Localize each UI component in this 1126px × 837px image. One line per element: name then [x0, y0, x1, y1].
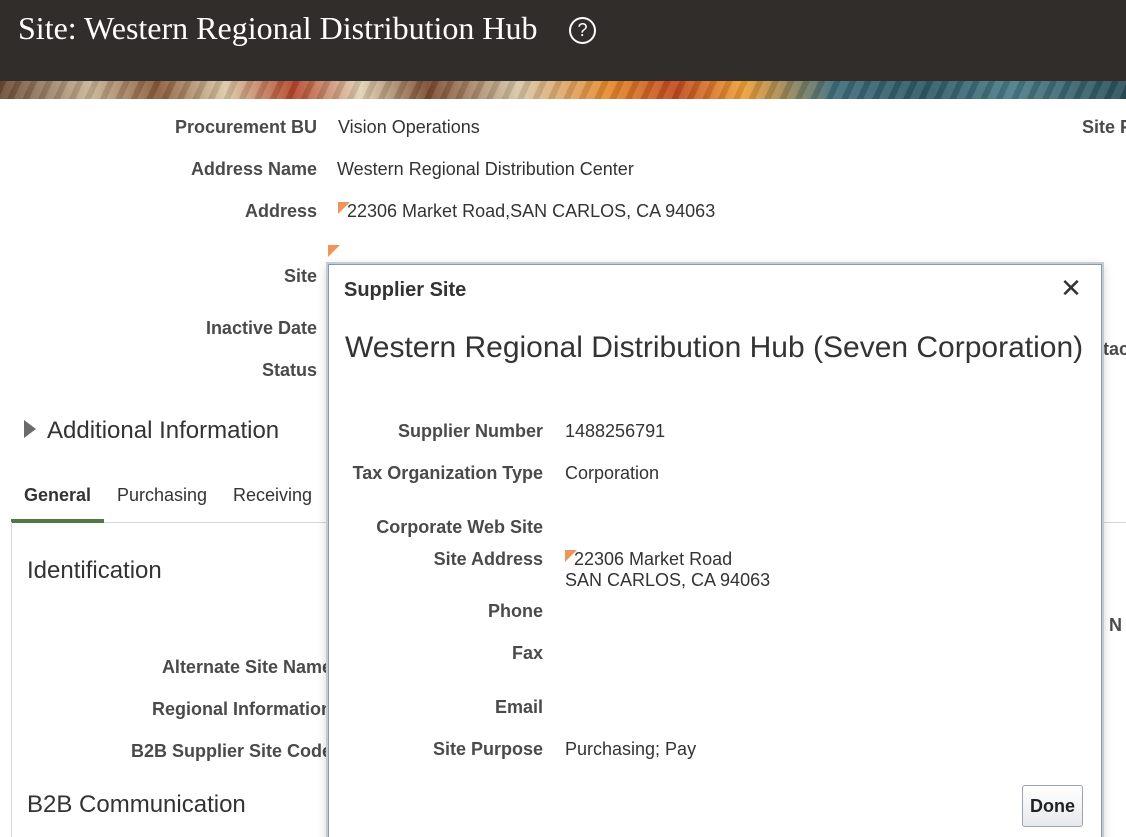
page-header: Site: Western Regional Distribution Hub … [0, 0, 1126, 81]
done-button[interactable]: Done [1022, 785, 1083, 827]
address-value: 22306 Market Road,SAN CARLOS, CA 94063 [347, 201, 716, 221]
address-name-label: Address Name [190, 159, 317, 179]
tab-purchasing[interactable]: Purchasing [117, 480, 207, 522]
site-purpose-value: Purchasing; Pay [565, 739, 697, 759]
inactive-date-label: Inactive Date [205, 318, 317, 338]
address-label: Address [244, 201, 317, 221]
close-icon[interactable]: ✕ [1059, 275, 1083, 301]
b2b-communication-header: B2B Communication [27, 791, 246, 818]
email-label: Email [494, 697, 543, 717]
alternate-site-name-label: Alternate Site Name [161, 657, 332, 677]
identification-header: Identification [27, 557, 162, 584]
tab-general[interactable]: General [24, 480, 91, 522]
contact-label-cut: tac [1103, 339, 1126, 359]
site-label: Site [283, 266, 317, 286]
regional-information-label: Regional Information [152, 699, 332, 719]
procurement-bu-label: Procurement BU [174, 117, 317, 137]
site-purpose-label: Site Purpose [432, 739, 543, 759]
tab-receiving[interactable]: Receiving [233, 480, 312, 522]
popup-heading: Western Regional Distribution Hub (Seven… [345, 331, 1084, 364]
site-address-line2: SAN CARLOS, CA 94063 [565, 570, 771, 590]
site-address-line1: 22306 Market Road [574, 549, 733, 569]
b2b-supplier-site-code-label: B2B Supplier Site Code [130, 741, 332, 761]
note-flag-icon[interactable] [328, 245, 340, 257]
help-circle-icon[interactable]: ? [569, 17, 596, 44]
fax-label: Fax [511, 643, 543, 663]
supplier-site-popup: Supplier Site ✕ Western Regional Distrib… [328, 264, 1102, 837]
phone-label: Phone [487, 601, 543, 621]
procurement-bu-value: Vision Operations [338, 117, 480, 137]
additional-information-header[interactable]: Additional Information [47, 417, 279, 445]
corporate-web-site-label: Corporate Web Site [376, 517, 543, 537]
site-address-label: Site Address [433, 549, 543, 569]
site-field-label-cut: Site F [1082, 117, 1126, 137]
status-label: Status [261, 360, 317, 380]
supplier-number-value: 1488256791 [565, 421, 666, 441]
tax-organization-type-value: Corporation [565, 463, 660, 483]
expand-triangle-icon[interactable] [24, 420, 36, 438]
supplier-number-label: Supplier Number [397, 421, 543, 441]
address-name-value: Western Regional Distribution Center [337, 159, 634, 179]
header-banner-image [0, 81, 1126, 99]
page-title: Site: Western Regional Distribution Hub [18, 10, 538, 46]
popup-title: Supplier Site [344, 279, 467, 301]
tax-organization-type-label: Tax Organization Type [352, 463, 543, 483]
